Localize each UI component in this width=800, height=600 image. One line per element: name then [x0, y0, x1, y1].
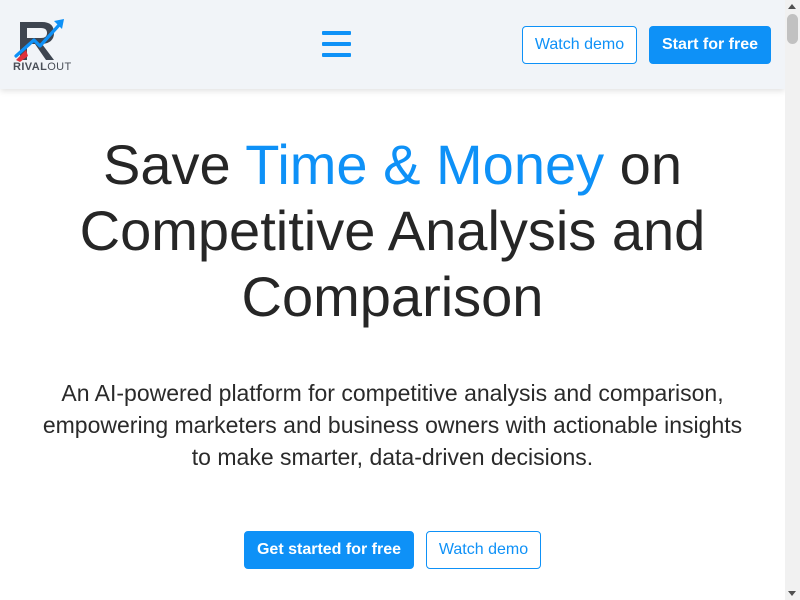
- get-started-button[interactable]: Get started for free: [244, 531, 414, 569]
- hero-title-accent: Time & Money: [245, 133, 605, 196]
- brand-wordmark: RIVALOUT: [13, 61, 72, 73]
- scrollbar-thumb[interactable]: [787, 14, 798, 44]
- brand-name-light: OUT: [47, 61, 72, 73]
- vertical-scrollbar[interactable]: [785, 0, 800, 600]
- hero-title: Save Time & Money on Competitive Analysi…: [0, 132, 785, 330]
- brand-name-bold: RIVAL: [13, 61, 48, 73]
- hero-title-part1: Save: [103, 133, 246, 196]
- header-watch-demo-button[interactable]: Watch demo: [522, 26, 637, 64]
- header-start-free-button[interactable]: Start for free: [649, 26, 771, 64]
- hero-subtitle: An AI-powered platform for competitive a…: [42, 380, 743, 470]
- top-navbar: RIVALOUT Watch demo Start for free: [0, 0, 785, 89]
- scroll-down-arrow-icon[interactable]: [788, 591, 796, 596]
- page: RIVALOUT Watch demo Start for free Save …: [0, 0, 785, 600]
- scroll-up-arrow-icon[interactable]: [788, 4, 796, 9]
- hero-watch-demo-button[interactable]: Watch demo: [426, 531, 541, 569]
- hamburger-menu-icon[interactable]: [322, 31, 351, 59]
